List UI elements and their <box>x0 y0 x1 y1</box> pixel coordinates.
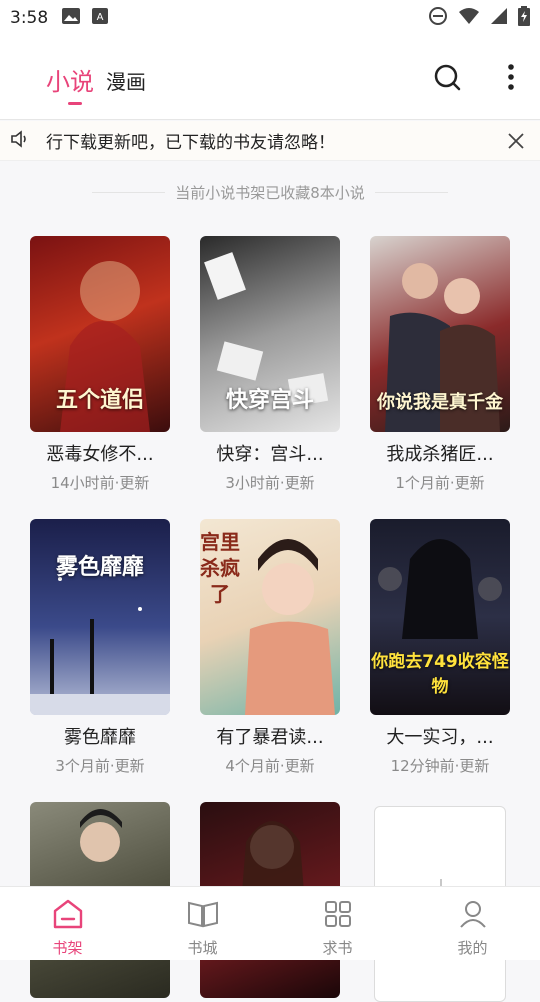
nav-label: 我的 <box>457 939 488 957</box>
nav-bookshelf[interactable]: 书架 <box>0 887 135 960</box>
cover-title: 五个道侣 <box>55 388 144 413</box>
status-bar: 3:58 A <box>0 0 540 36</box>
status-time: 3:58 <box>10 8 49 28</box>
signal-icon <box>490 7 508 29</box>
nav-request-book[interactable]: 求书 <box>270 887 405 960</box>
book-cover[interactable]: 你说我是真千金 <box>370 236 510 432</box>
book-title: 有了暴君读... <box>216 727 324 748</box>
font-icon: A <box>92 8 109 28</box>
speaker-icon <box>10 129 30 152</box>
more-vertical-icon[interactable] <box>496 62 526 92</box>
book-card[interactable]: 你跑去749收容怪物 大一实习，... 12分钟前·更新 <box>370 519 510 776</box>
cover-title: 快穿宫斗 <box>225 388 314 413</box>
cover-title: 宫里杀疯了 <box>200 530 240 606</box>
close-icon[interactable] <box>506 131 526 151</box>
svg-text:A: A <box>97 12 104 23</box>
book-cover[interactable]: 五个道侣 <box>30 236 170 432</box>
book-title: 快穿：宫斗... <box>216 444 324 465</box>
book-update-time: 14小时前·更新 <box>50 474 150 492</box>
book-card[interactable]: 快穿宫斗 快穿：宫斗... 3小时前·更新 <box>200 236 340 493</box>
bottom-nav: 书架 书城 求书 我的 <box>0 886 540 960</box>
book-card[interactable]: 宫里杀疯了 有了暴君读... 4个月前·更新 <box>200 519 340 776</box>
book-open-icon <box>186 899 220 933</box>
notice-text: 行下载更新吧，已下载的书友请忽略！ <box>46 133 335 153</box>
book-cover[interactable]: 快穿宫斗 <box>200 236 340 432</box>
battery-icon <box>518 6 530 30</box>
active-tab-indicator <box>68 102 82 105</box>
tab-novel[interactable]: 小说 <box>46 62 94 97</box>
book-cover[interactable]: 雾色靡靡 <box>30 519 170 715</box>
notice-bar: 行下载更新吧，已下载的书友请忽略！ <box>0 121 540 161</box>
nav-label: 书架 <box>52 939 83 957</box>
bookshelf-icon <box>52 899 84 933</box>
image-icon <box>62 8 81 28</box>
nav-profile[interactable]: 我的 <box>405 887 540 960</box>
book-title: 雾色靡靡 <box>64 727 136 748</box>
top-header: 小说 漫画 <box>0 36 540 120</box>
book-card[interactable]: 五个道侣 恶毒女修不... 14小时前·更新 <box>30 236 170 493</box>
book-update-time: 1个月前·更新 <box>395 474 485 492</box>
cover-title: 你说我是真千金 <box>377 392 503 413</box>
search-icon[interactable] <box>432 62 462 92</box>
book-update-time: 12分钟前·更新 <box>390 757 490 775</box>
grid-icon <box>323 899 353 933</box>
book-card[interactable]: 雾色靡靡 雾色靡靡 3个月前·更新 <box>30 519 170 776</box>
shelf-summary-text: 当前小说书架已收藏8本小说 <box>175 183 365 202</box>
nav-label: 书城 <box>187 939 218 957</box>
book-cover[interactable]: 宫里杀疯了 <box>200 519 340 715</box>
book-update-time: 3个月前·更新 <box>55 757 145 775</box>
user-icon <box>458 899 488 933</box>
shelf-summary: 当前小说书架已收藏8本小说 <box>82 180 458 204</box>
book-update-time: 4个月前·更新 <box>225 757 315 775</box>
cover-title: 雾色靡靡 <box>55 555 144 580</box>
book-title: 大一实习，... <box>386 727 494 748</box>
cover-title: 你跑去749收容怪物 <box>371 652 509 697</box>
book-title: 我成杀猪匠... <box>386 444 494 465</box>
wifi-icon <box>458 7 480 29</box>
dnd-icon <box>428 6 448 30</box>
tab-comic[interactable]: 漫画 <box>106 66 146 95</box>
book-title: 恶毒女修不... <box>46 444 154 465</box>
book-update-time: 3小时前·更新 <box>225 474 315 492</box>
nav-bookstore[interactable]: 书城 <box>135 887 270 960</box>
book-card[interactable]: 你说我是真千金 我成杀猪匠... 1个月前·更新 <box>370 236 510 493</box>
book-cover[interactable]: 你跑去749收容怪物 <box>370 519 510 715</box>
nav-label: 求书 <box>322 939 353 957</box>
